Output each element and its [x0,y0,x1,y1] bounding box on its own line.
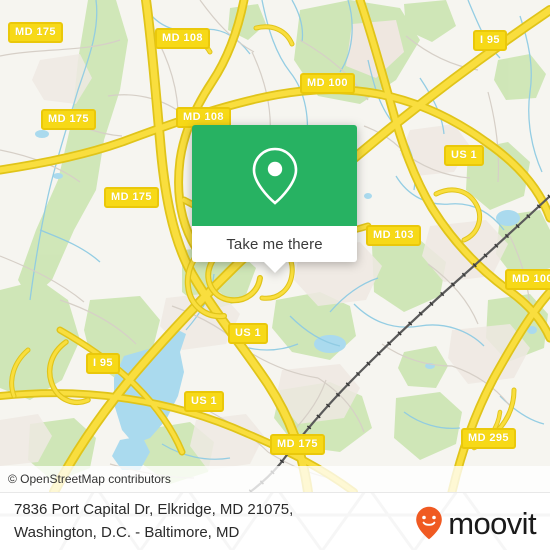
map-attribution-bar: © OpenStreetMap contributors [0,466,550,492]
road-shield-label: US 1 [228,323,269,344]
moovit-pin-icon [416,506,443,540]
road-shield-label: MD 100 [505,269,550,290]
address-line-2: Washington, D.C. - Baltimore, MD [14,524,240,541]
moovit-brand[interactable]: moovit [415,505,537,541]
road-shield-label: US 1 [184,391,225,412]
road-shield-label: MD 103 [366,225,421,246]
address-block: 7836 Port Capital Dr, Elkridge, MD 21075… [14,498,394,544]
road-shield-label: MD 175 [270,434,325,455]
address-line-1: 7836 Port Capital Dr, Elkridge, MD 21075… [14,501,294,518]
road-shield-label: MD 108 [155,28,210,49]
road-shield-label: US 1 [444,145,485,166]
location-popup[interactable]: Take me there [192,125,357,273]
take-me-there-label: Take me there [226,235,323,253]
road-shield-label: I 95 [473,30,507,51]
road-shield-label: MD 100 [300,73,355,94]
road-shield-label: MD 175 [41,109,96,130]
moovit-wordmark: moovit [448,505,536,541]
footer-bar: 7836 Port Capital Dr, Elkridge, MD 21075… [0,492,550,550]
road-shield-label: MD 175 [8,22,63,43]
attribution-text[interactable]: © OpenStreetMap contributors [8,472,171,486]
road-shield-label: MD 175 [104,187,159,208]
road-shield-label: MD 295 [461,428,516,449]
popup-footer[interactable]: Take me there [192,226,357,273]
popup-tail [263,262,286,273]
map-canvas[interactable]: MD 175 MD 108 I 95 MD 100 MD 175 MD 108 US 1 MD… [0,0,550,492]
popup-header [192,125,357,226]
map-screenshot: MD 175 MD 108 I 95 MD 100 MD 175 MD 108 US 1 MD… [0,0,550,550]
map-pin-icon [252,147,297,205]
road-shield-label: I 95 [86,353,120,374]
